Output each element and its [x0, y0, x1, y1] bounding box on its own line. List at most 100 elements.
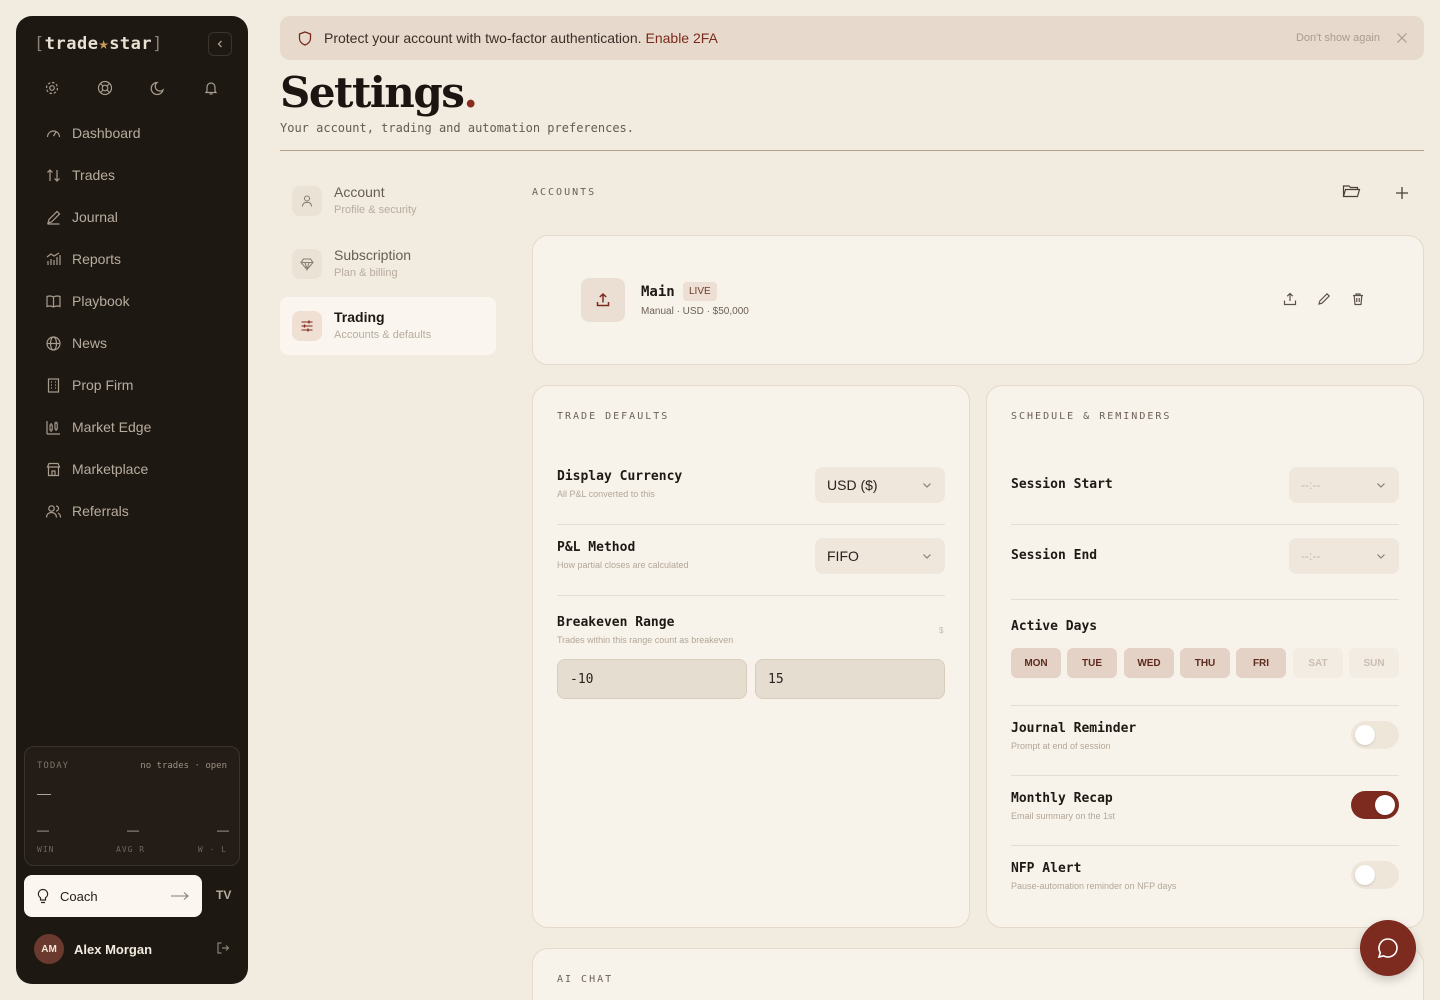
- row-divider: [1011, 775, 1399, 776]
- pnl-method-value: FIFO: [827, 548, 859, 564]
- session-end-title: Session End: [1011, 548, 1098, 563]
- journal-reminder-toggle[interactable]: [1351, 721, 1399, 749]
- edit-icon[interactable]: [1317, 292, 1331, 306]
- day-toggle-wed[interactable]: WED: [1124, 648, 1174, 678]
- user-profile[interactable]: AM Alex Morgan: [34, 934, 152, 964]
- chevron-down-icon: [923, 483, 931, 488]
- settings-tab-subscription[interactable]: Subscription Plan & billing: [280, 235, 496, 293]
- day-toggle-sun[interactable]: SUN: [1349, 648, 1399, 678]
- page-title-text: Settings: [280, 68, 465, 117]
- header-divider: [280, 150, 1424, 151]
- ai-chat-card: AI CHAT: [532, 948, 1424, 1000]
- account-card-main[interactable]: Main LIVE Manual · USD · $50,000: [532, 235, 1424, 365]
- sidebar-item-market-edge[interactable]: Market Edge: [32, 406, 232, 448]
- settings-tab-account[interactable]: Account Profile & security: [280, 172, 496, 230]
- lightbulb-icon: [37, 888, 49, 904]
- day-toggle-fri[interactable]: FRI: [1236, 648, 1286, 678]
- page-subtitle: Your account, trading and automation pre…: [280, 121, 635, 135]
- sidebar-item-journal[interactable]: Journal: [32, 196, 232, 238]
- close-icon[interactable]: [1396, 32, 1408, 44]
- enable-2fa-link[interactable]: Enable 2FA: [646, 30, 718, 46]
- account-meta: Manual · USD · $50,000: [641, 306, 749, 317]
- export-icon[interactable]: [1283, 292, 1297, 306]
- settings-tab-trading[interactable]: Trading Accounts & defaults: [280, 297, 496, 355]
- user-icon: [292, 186, 322, 216]
- settings-tab-title: Trading: [334, 309, 385, 325]
- session-start-value: --:--: [1301, 478, 1321, 492]
- coach-button[interactable]: Coach: [24, 875, 202, 917]
- sidebar-item-dashboard[interactable]: Dashboard: [32, 112, 232, 154]
- session-start-select[interactable]: --:--: [1289, 467, 1399, 503]
- today-summary: TODAY no trades · open — — — — WIN AVG R…: [24, 746, 240, 866]
- active-days-title: Active Days: [1011, 619, 1098, 634]
- moon-icon[interactable]: [148, 78, 168, 98]
- sidebar-item-playbook[interactable]: Playbook: [32, 280, 232, 322]
- chat-button[interactable]: [1360, 920, 1416, 976]
- logo-bracket-close: ]: [152, 34, 163, 54]
- settings-tab-subtitle: Accounts & defaults: [334, 329, 432, 341]
- pnl-method-select[interactable]: FIFO: [815, 538, 945, 574]
- pen-icon: [44, 208, 62, 226]
- toggle-knob: [1375, 795, 1395, 815]
- day-toggle-sat[interactable]: SAT: [1293, 648, 1343, 678]
- breakeven-max-value: 15: [768, 671, 784, 687]
- sidebar-item-marketplace[interactable]: Marketplace: [32, 448, 232, 490]
- sidebar-item-referrals[interactable]: Referrals: [32, 490, 232, 532]
- day-toggle-mon[interactable]: MON: [1011, 648, 1061, 678]
- breakeven-range-subtitle: Trades within this range count as breake…: [557, 635, 734, 645]
- display-currency-select[interactable]: USD ($): [815, 467, 945, 503]
- lifebuoy-icon[interactable]: [95, 78, 115, 98]
- sidebar-top-icons: [42, 78, 221, 98]
- store-icon: [44, 460, 62, 478]
- chevron-left-icon: [217, 40, 222, 48]
- collapse-sidebar-button[interactable]: [208, 32, 232, 56]
- session-end-select[interactable]: --:--: [1289, 538, 1399, 574]
- globe-icon: [44, 334, 62, 352]
- sliders-icon: [292, 311, 322, 341]
- arrow-right-icon: [171, 892, 189, 900]
- sidebar-item-label: Trades: [72, 167, 116, 183]
- folder-icon[interactable]: [1342, 183, 1361, 199]
- sidebar-item-prop-firm[interactable]: Prop Firm: [32, 364, 232, 406]
- bell-icon[interactable]: [201, 78, 221, 98]
- breakeven-min-input[interactable]: -10: [557, 659, 747, 699]
- trash-icon[interactable]: [1351, 292, 1365, 306]
- banner-text: Protect your account with two-factor aut…: [324, 30, 642, 46]
- chat-bubble-icon: [1377, 938, 1398, 959]
- today-avg-r-label: AVG R: [116, 845, 146, 854]
- breakeven-max-input[interactable]: 15: [755, 659, 945, 699]
- dont-show-again-link[interactable]: Don't show again: [1296, 32, 1380, 44]
- row-divider: [557, 595, 945, 596]
- monthly-recap-toggle[interactable]: [1351, 791, 1399, 819]
- sidebar-item-label: News: [72, 335, 108, 351]
- logout-icon[interactable]: [216, 941, 230, 955]
- logo-text-star: star: [109, 34, 153, 54]
- display-currency-title: Display Currency: [557, 469, 683, 484]
- row-divider: [1011, 705, 1399, 706]
- gear-icon[interactable]: [42, 78, 62, 98]
- nfp-alert-toggle[interactable]: [1351, 861, 1399, 889]
- monthly-recap-title: Monthly Recap: [1011, 791, 1113, 806]
- sidebar-item-label: Prop Firm: [72, 377, 134, 393]
- display-currency-subtitle: All P&L converted to this: [557, 489, 655, 499]
- upload-icon: [581, 278, 625, 322]
- row-divider: [1011, 845, 1399, 846]
- sidebar: [trade★star] Dashboard Trades Journal Re…: [16, 16, 248, 984]
- tradingview-icon[interactable]: TV: [216, 888, 231, 902]
- add-account-button[interactable]: [1395, 186, 1409, 200]
- sidebar-item-news[interactable]: News: [32, 322, 232, 364]
- logo[interactable]: [trade★star]: [34, 34, 163, 54]
- sidebar-item-trades[interactable]: Trades: [32, 154, 232, 196]
- session-end-value: --:--: [1301, 549, 1321, 563]
- accounts-section-label: ACCOUNTS: [532, 187, 597, 198]
- day-toggle-tue[interactable]: TUE: [1067, 648, 1117, 678]
- breakeven-range-title: Breakeven Range: [557, 615, 675, 630]
- sidebar-item-reports[interactable]: Reports: [32, 238, 232, 280]
- day-toggle-thu[interactable]: THU: [1180, 648, 1230, 678]
- sidebar-item-label: Dashboard: [72, 125, 141, 141]
- sidebar-item-label: Market Edge: [72, 419, 152, 435]
- coach-label: Coach: [60, 888, 98, 904]
- today-wl-value: —: [217, 823, 229, 837]
- logo-star: ★: [98, 34, 110, 54]
- bar-chart-icon: [44, 250, 62, 268]
